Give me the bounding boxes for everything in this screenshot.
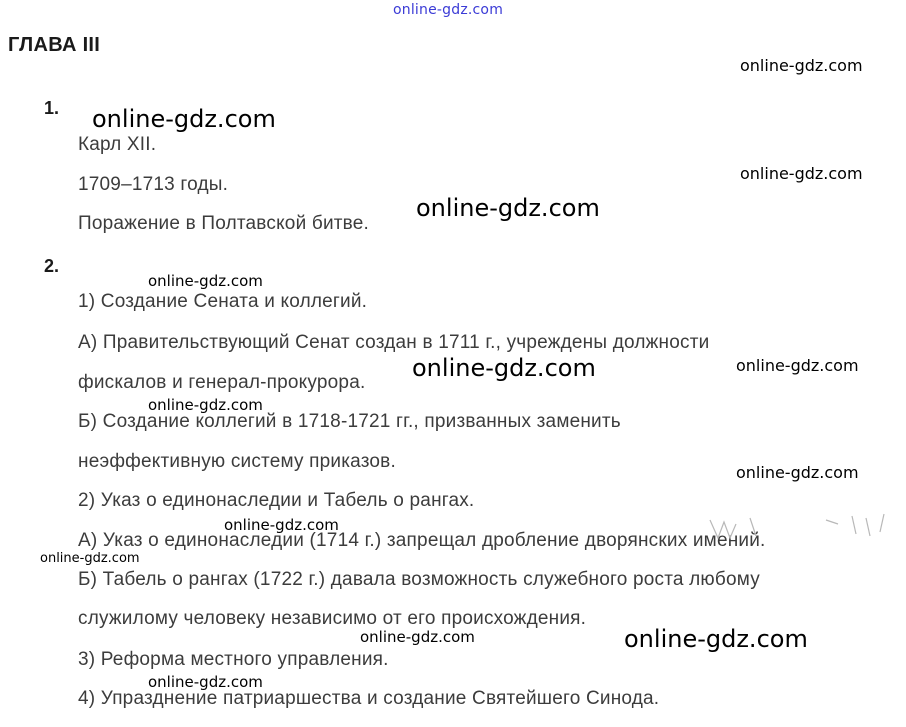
watermark: online-gdz.com [148, 272, 263, 290]
watermark: online-gdz.com [740, 56, 863, 75]
q2-line-10: 3) Реформа местного управления. [78, 649, 389, 670]
watermark: online-gdz.com [740, 164, 863, 183]
q2-line-4: Б) Создание коллегий в 1718-1721 гг., пр… [78, 411, 621, 432]
watermark: online-gdz.com [40, 551, 140, 566]
q2-line-8: Б) Табель о рангах (1722 г.) давала возм… [78, 569, 760, 590]
watermark: online-gdz.com [412, 354, 596, 382]
q1-line-2: 1709–1713 годы. [78, 174, 229, 195]
q2-line-5: неэффективную систему приказов. [78, 451, 396, 472]
q1-line-3: Поражение в Полтавской битве. [78, 213, 369, 234]
q2-line-3: фискалов и генерал-прокурора. [78, 372, 366, 393]
watermark: online-gdz.com [736, 356, 859, 375]
watermark: online-gdz.com [148, 673, 263, 691]
q2-line-6: 2) Указ о единонаследии и Табель о ранга… [78, 490, 475, 511]
question-2-number: 2. [44, 256, 60, 276]
document-page: online-gdz.com ГЛАВА III 1. Карл XII. 17… [0, 0, 906, 727]
scratch-marks [709, 513, 885, 540]
q2-line-7: А) Указ о единонаследии (1714 г.) запрещ… [78, 530, 766, 551]
q2-line-11: 4) Упразднение патриаршества и создание … [78, 688, 660, 709]
q2-line-2: А) Правительствующий Сенат создан в 1711… [78, 332, 710, 353]
q2-line-9: служилому человеку независимо от его про… [78, 608, 587, 629]
chapter-title: ГЛАВА III [8, 34, 101, 56]
q1-line-1: Карл XII. [78, 134, 157, 155]
watermark: online-gdz.com [360, 628, 475, 646]
question-1-number: 1. [44, 98, 60, 118]
watermark: online-gdz.com [736, 463, 859, 482]
watermark-top: online-gdz.com [393, 2, 504, 18]
watermark: online-gdz.com [416, 194, 600, 222]
watermark: online-gdz.com [148, 396, 263, 414]
watermark: online-gdz.com [224, 516, 339, 534]
watermark: online-gdz.com [624, 625, 808, 653]
watermark: online-gdz.com [92, 105, 276, 133]
q2-line-1: 1) Создание Сената и коллегий. [78, 291, 368, 312]
